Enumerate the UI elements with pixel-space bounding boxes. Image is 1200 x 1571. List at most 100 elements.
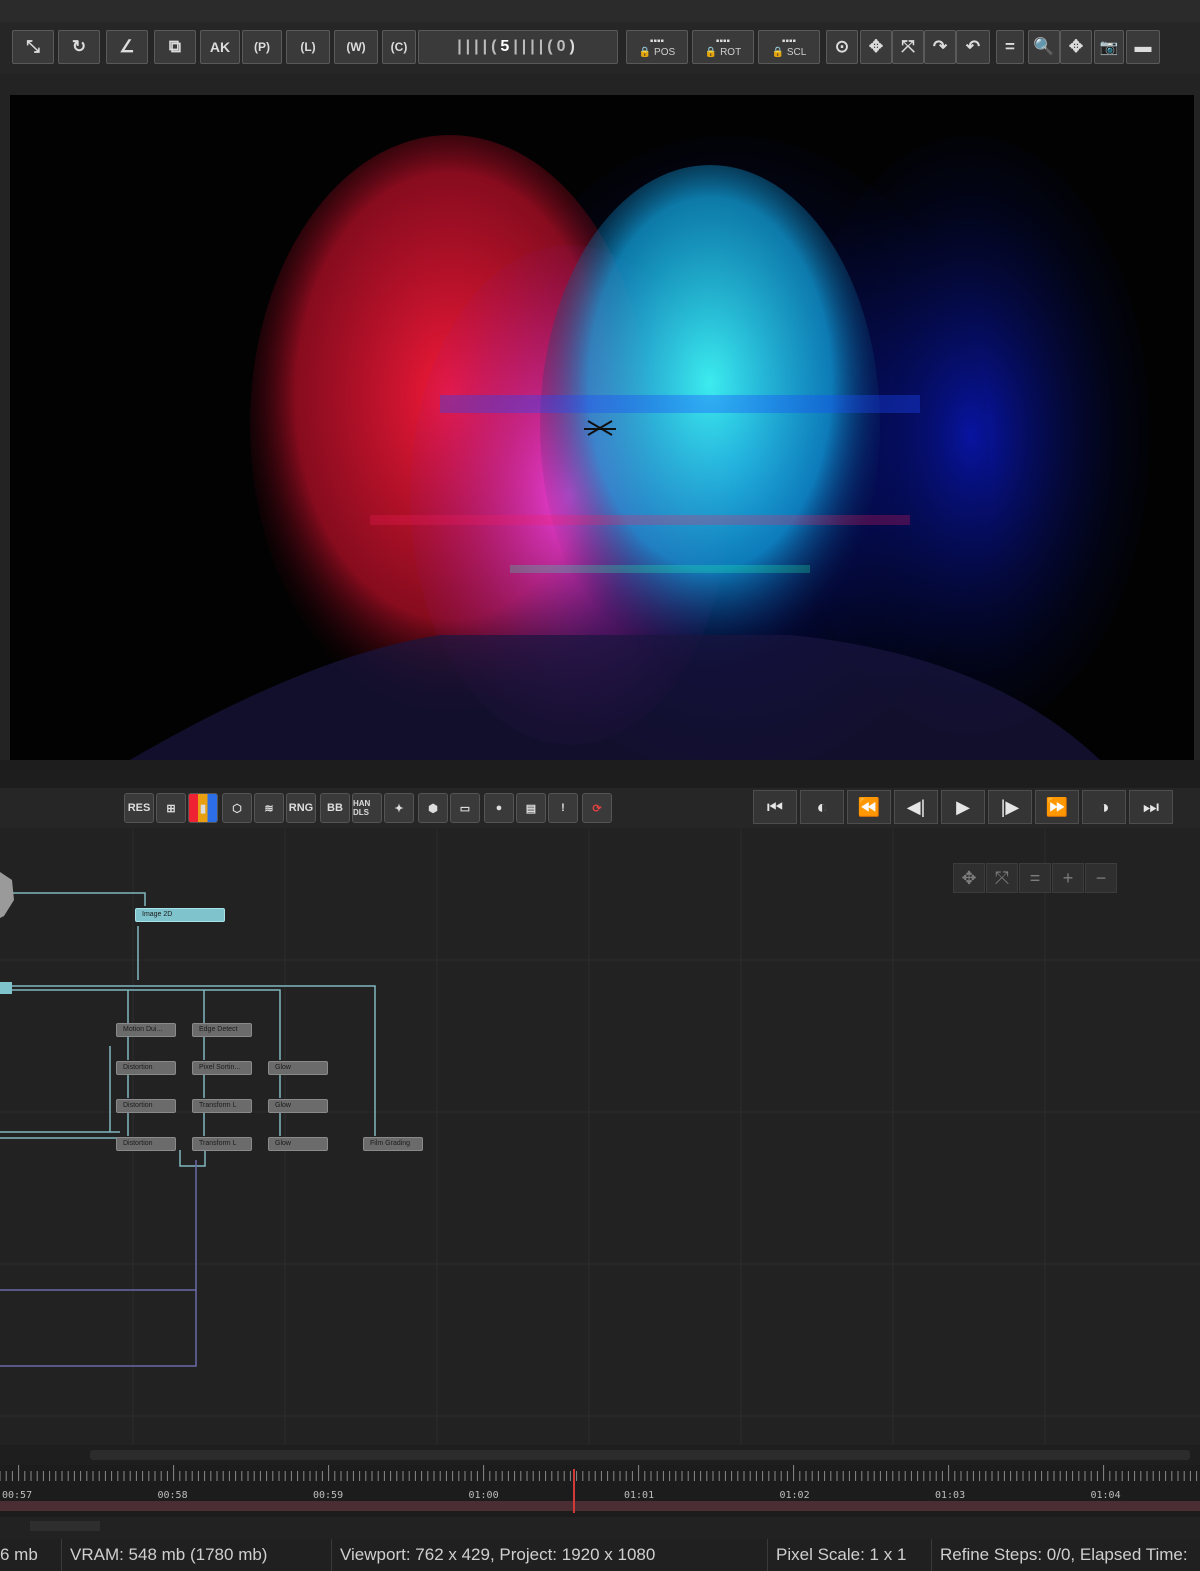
folder-button[interactable]: ▬ [1126,30,1160,64]
render-viewport[interactable] [10,95,1194,760]
angle-tool-icon: ∠ [119,37,135,56]
graph-align-button[interactable]: = [1019,863,1051,893]
go-end-button[interactable]: ⏭ [1129,790,1173,824]
angle-tool-button[interactable]: ∠ [106,30,148,64]
node-distortion-2[interactable]: Distortion [116,1099,176,1113]
node-film-grading[interactable]: Film Grading [363,1137,423,1151]
next-key-button[interactable]: ◑ [1082,790,1126,824]
lower-scroll-thumb[interactable] [30,1521,100,1531]
redo-button[interactable]: ↷ [924,30,956,64]
range-button[interactable]: RNG [286,793,316,823]
timeline-label: 00:57 [2,1490,33,1501]
world-tool-button[interactable]: (W) [334,30,378,64]
move-icon: ✥ [868,37,884,56]
node-pixel-sorting[interactable]: Pixel Sortin... [192,1061,252,1075]
target-icon: ⊙ [834,37,850,56]
gear-node-icon [0,872,14,918]
go-start-button[interactable]: ⏮ [753,790,797,824]
lock-scale-button[interactable]: ▪▪▪▪ 🔒 SCL [758,30,820,64]
graph-zoom-in-button[interactable]: + [1052,863,1084,893]
node-distortion-3[interactable]: Distortion [116,1137,176,1151]
axis-tool-button[interactable]: ⤡ [12,30,54,64]
lock-dots: ▪▪▪▪ [649,36,665,47]
zoom-button[interactable]: 🔍 [1028,30,1060,64]
refresh-button[interactable]: ⟳ [582,793,612,823]
lock-position-button[interactable]: ▪▪▪▪ 🔒 POS [626,30,688,64]
stereo-button[interactable]: ▭ [450,793,480,823]
timeline-label: 01:01 [624,1490,655,1501]
node-glow-3[interactable]: Glow [268,1137,328,1151]
camera-tool-label: (C) [390,40,408,54]
fast-forward-button[interactable]: ⏩ [1035,790,1079,824]
point-tool-button[interactable]: (P) [242,30,282,64]
grid-button[interactable]: ⊞ [156,793,186,823]
scroll-thumb[interactable] [90,1450,1190,1460]
bounding-box-button[interactable]: BB [320,793,350,823]
fast-forward-icon: ⏩ [1045,796,1069,817]
scale-tool-button[interactable]: ⧉ [154,30,196,64]
play-button[interactable]: ▶ [941,790,985,824]
panel-button[interactable]: ▤ [516,793,546,823]
res-button[interactable]: RES [124,793,154,823]
ak-tool-button[interactable]: AK [200,30,240,64]
folder-icon: ▬ [1134,37,1152,56]
play-icon: ▶ [956,796,970,817]
prev-key-button[interactable]: ◐ [800,790,844,824]
layers-button[interactable]: ≋ [254,793,284,823]
snapshot-button[interactable]: 📷 [1094,30,1124,64]
axis-tool-icon: ⤡ [26,37,40,56]
render-cube-button[interactable]: ⬢ [418,793,448,823]
horizontal-scrollbar[interactable] [0,1445,1200,1465]
local-tool-button[interactable]: (L) [286,30,330,64]
graph-zoom-out-button[interactable]: − [1085,863,1117,893]
warning-icon: ! [561,802,565,814]
pan-button[interactable]: ✥ [1060,30,1092,64]
node-distortion-1[interactable]: Distortion [116,1061,176,1075]
cube-button[interactable]: ⬡ [222,793,252,823]
res-icon: RES [127,802,151,814]
graph-align-icon: = [1029,867,1041,888]
sphere-button[interactable]: ● [484,793,514,823]
node-graph-panel[interactable]: Image 2D Motion Dui... Edge Detect Disto… [0,830,1200,1445]
scale-tool-icon: ⧉ [168,37,182,56]
step-back-icon: ◀| [906,796,926,817]
source-node-stub [0,982,12,994]
lock-scl-label: 🔒 SCL [771,47,807,58]
move-button[interactable]: ✥ [860,30,892,64]
rewind-button[interactable]: ⏪ [847,790,891,824]
rotate-tool-button[interactable]: ↻ [58,30,100,64]
graph-fit-button[interactable]: ⤧ [986,863,1018,893]
node-transform-2[interactable]: Transform L [192,1137,252,1151]
status-vram: VRAM: 548 mb (1780 mb) [62,1539,332,1571]
graph-pan-button[interactable]: ✥ [953,863,985,893]
node-glow-1[interactable]: Glow [268,1061,328,1075]
timeline-label: 01:03 [935,1490,966,1501]
wires-blue [0,1160,197,1367]
status-refine: Refine Steps: 0/0, Elapsed Time: [940,1545,1188,1564]
step-back-button[interactable]: ◀| [894,790,938,824]
node-motion[interactable]: Motion Dui... [116,1023,176,1037]
camera-tool-button[interactable]: (C) [382,30,416,64]
warning-button[interactable]: ! [548,793,578,823]
world-tool-label: (W) [346,40,366,54]
glitch-portrait-image [10,95,1194,760]
handles-button[interactable]: HAN DLS [352,793,382,823]
snap-ticks-right: ||||( [513,38,557,55]
lock-rotation-button[interactable]: ▪▪▪▪ 🔒 ROT [692,30,754,64]
equal-button[interactable]: = [996,30,1024,64]
go-start-icon: ⏮ [766,796,784,817]
step-forward-button[interactable]: |▶ [988,790,1032,824]
star-button[interactable]: ✦ [384,793,414,823]
lock-dots: ▪▪▪▪ [781,36,797,47]
node-glow-2[interactable]: Glow [268,1099,328,1113]
node-edge-detect[interactable]: Edge Detect [192,1023,252,1037]
grid-lines [0,830,1200,1445]
node-transform-1[interactable]: Transform L [192,1099,252,1113]
fit-button[interactable]: ⤧ [892,30,924,64]
color-channel-button[interactable]: ▮ [188,793,218,823]
target-button[interactable]: ⊙ [826,30,858,64]
node-image-2d[interactable]: Image 2D [135,908,225,922]
local-tool-label: (L) [300,40,316,54]
undo-button[interactable]: ↶ [956,30,990,64]
snap-slider[interactable]: ||||(5 ||||(0) [418,30,618,64]
